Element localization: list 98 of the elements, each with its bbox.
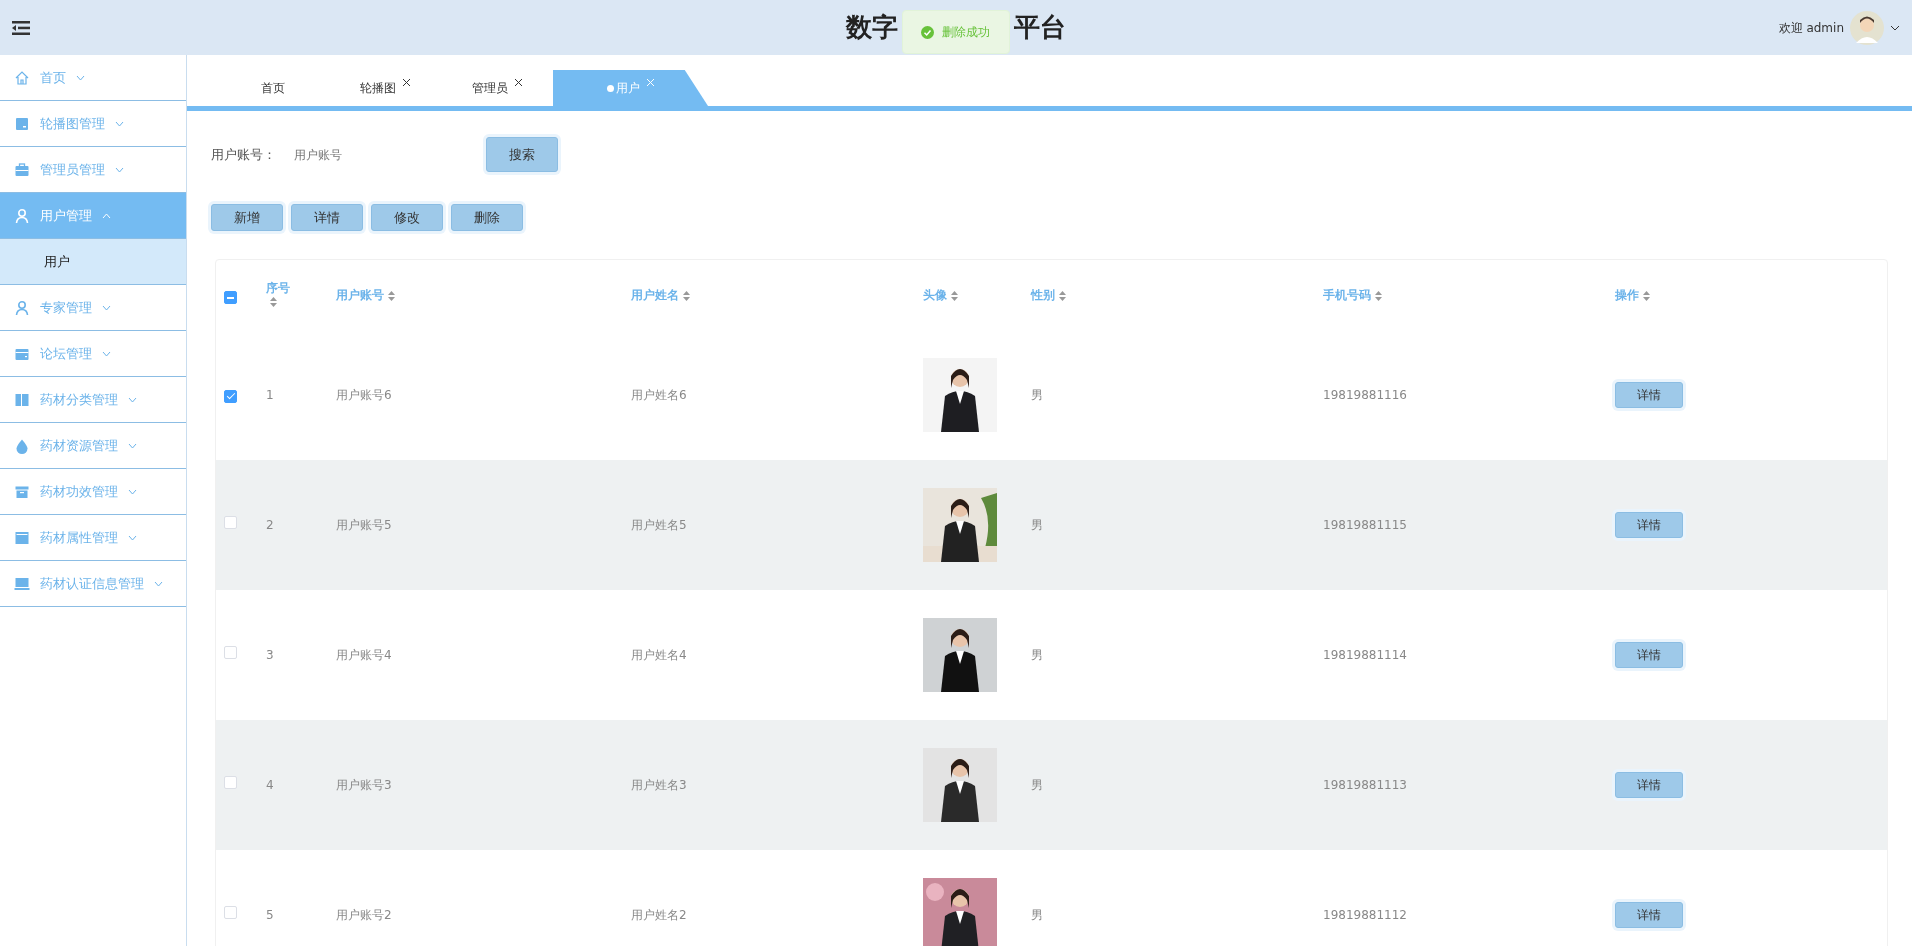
table-cell: 用户姓名5	[631, 518, 687, 532]
menu-icon[interactable]	[12, 20, 30, 35]
tab[interactable]: 首页	[217, 70, 329, 106]
chevron-up-icon	[102, 212, 111, 219]
app-title: 数字	[846, 11, 898, 44]
sort-icon[interactable]	[1059, 290, 1066, 301]
toast-message: 删除成功	[942, 24, 990, 41]
sort-icon[interactable]	[951, 290, 958, 301]
sidebar-item[interactable]: 论坛管理	[0, 331, 186, 377]
table-cell: 男	[1031, 388, 1043, 402]
sidebar-item[interactable]: 用户管理	[0, 193, 186, 239]
sidebar-item[interactable]: 药材认证信息管理	[0, 561, 186, 607]
table-cell: 2	[266, 518, 274, 532]
chevron-down-icon	[115, 166, 124, 173]
sort-icon[interactable]	[388, 290, 395, 301]
column-header[interactable]: 用户姓名	[631, 288, 679, 302]
column-header[interactable]: 手机号码	[1323, 288, 1371, 302]
chevron-down-icon	[154, 580, 163, 587]
column-header[interactable]: 操作	[1615, 288, 1639, 302]
action-button[interactable]: 修改	[371, 204, 443, 231]
table-cell: 用户姓名6	[631, 388, 687, 402]
chevron-down-icon	[102, 350, 111, 357]
table-cell: 用户账号2	[336, 908, 392, 922]
table-cell: 用户账号3	[336, 778, 392, 792]
detail-button[interactable]: 详情	[1615, 642, 1683, 668]
detail-button[interactable]: 详情	[1615, 382, 1683, 408]
sidebar-item[interactable]: 药材属性管理	[0, 515, 186, 561]
tab[interactable]: 用户	[553, 70, 708, 106]
action-button[interactable]: 新增	[211, 204, 283, 231]
column-header[interactable]: 用户账号	[336, 288, 384, 302]
sort-icon[interactable]	[1375, 290, 1382, 301]
sidebar-item[interactable]: 药材功效管理	[0, 469, 186, 515]
sidebar-item[interactable]: 药材资源管理	[0, 423, 186, 469]
table-cell: 用户姓名2	[631, 908, 687, 922]
drop-icon	[14, 437, 30, 454]
window-icon	[14, 529, 30, 546]
table-cell: 1	[266, 388, 274, 402]
column-header[interactable]: 序号	[266, 280, 290, 295]
table-cell: 男	[1031, 778, 1043, 792]
action-button[interactable]: 详情	[291, 204, 363, 231]
table-cell: 5	[266, 908, 274, 922]
home-icon	[14, 69, 30, 86]
table-cell: 用户账号6	[336, 388, 392, 402]
user-icon	[14, 207, 30, 224]
app-title: 平台	[1014, 11, 1066, 44]
success-icon	[921, 25, 934, 39]
table-cell: 用户姓名3	[631, 778, 687, 792]
checkbox[interactable]	[224, 291, 237, 305]
table-cell: 男	[1031, 518, 1043, 532]
detail-button[interactable]: 详情	[1615, 772, 1683, 798]
table-cell: 3	[266, 648, 274, 662]
laptop-icon	[14, 575, 30, 592]
chevron-down-icon	[128, 442, 137, 449]
tab[interactable]: 轮播图	[329, 70, 441, 106]
table-cell: 19819881115	[1323, 518, 1407, 532]
tab[interactable]: 管理员	[441, 70, 553, 106]
sidebar-item[interactable]: 轮播图管理	[0, 101, 186, 147]
table-cell: 男	[1031, 648, 1043, 662]
chevron-down-icon	[128, 396, 137, 403]
table-cell: 4	[266, 778, 274, 792]
column-header[interactable]: 性别	[1031, 288, 1055, 302]
search-button[interactable]: 搜索	[486, 137, 558, 172]
welcome-text: 欢迎 admin	[1778, 19, 1844, 37]
close-icon[interactable]	[401, 77, 411, 87]
chevron-down-icon	[115, 120, 124, 127]
user-icon	[14, 299, 30, 316]
table-cell: 用户账号4	[336, 648, 392, 662]
book-icon	[14, 391, 30, 408]
sidebar-item[interactable]: 药材分类管理	[0, 377, 186, 423]
avatar-icon[interactable]	[1850, 10, 1884, 45]
briefcase-icon	[14, 161, 30, 178]
action-button[interactable]: 删除	[451, 204, 523, 231]
detail-button[interactable]: 详情	[1615, 902, 1683, 928]
sort-icon[interactable]	[270, 296, 277, 307]
sort-icon[interactable]	[1643, 290, 1650, 301]
checkbox[interactable]	[224, 389, 237, 403]
chevron-down-icon[interactable]	[1890, 24, 1900, 31]
table-cell: 用户账号5	[336, 518, 392, 532]
sidebar-item[interactable]: 专家管理	[0, 285, 186, 331]
chevron-down-icon	[76, 74, 85, 81]
submenu-item[interactable]: 用户	[0, 239, 186, 285]
active-dot-icon	[606, 84, 614, 92]
monitor-icon	[14, 115, 30, 132]
close-icon[interactable]	[513, 77, 523, 87]
sort-icon[interactable]	[683, 290, 690, 301]
table-cell: 用户姓名4	[631, 648, 687, 662]
column-header[interactable]: 头像	[923, 288, 947, 302]
table-cell: 19819881112	[1323, 908, 1407, 922]
sidebar-item[interactable]: 首页	[0, 55, 186, 101]
chevron-down-icon	[128, 488, 137, 495]
chevron-down-icon	[102, 304, 111, 311]
table-cell: 19819881116	[1323, 388, 1407, 402]
table-cell: 19819881113	[1323, 778, 1407, 792]
table-cell: 男	[1031, 908, 1043, 922]
chevron-down-icon	[128, 534, 137, 541]
detail-button[interactable]: 详情	[1615, 512, 1683, 538]
search-label: 用户账号：	[211, 145, 276, 164]
table-cell: 19819881114	[1323, 648, 1407, 662]
